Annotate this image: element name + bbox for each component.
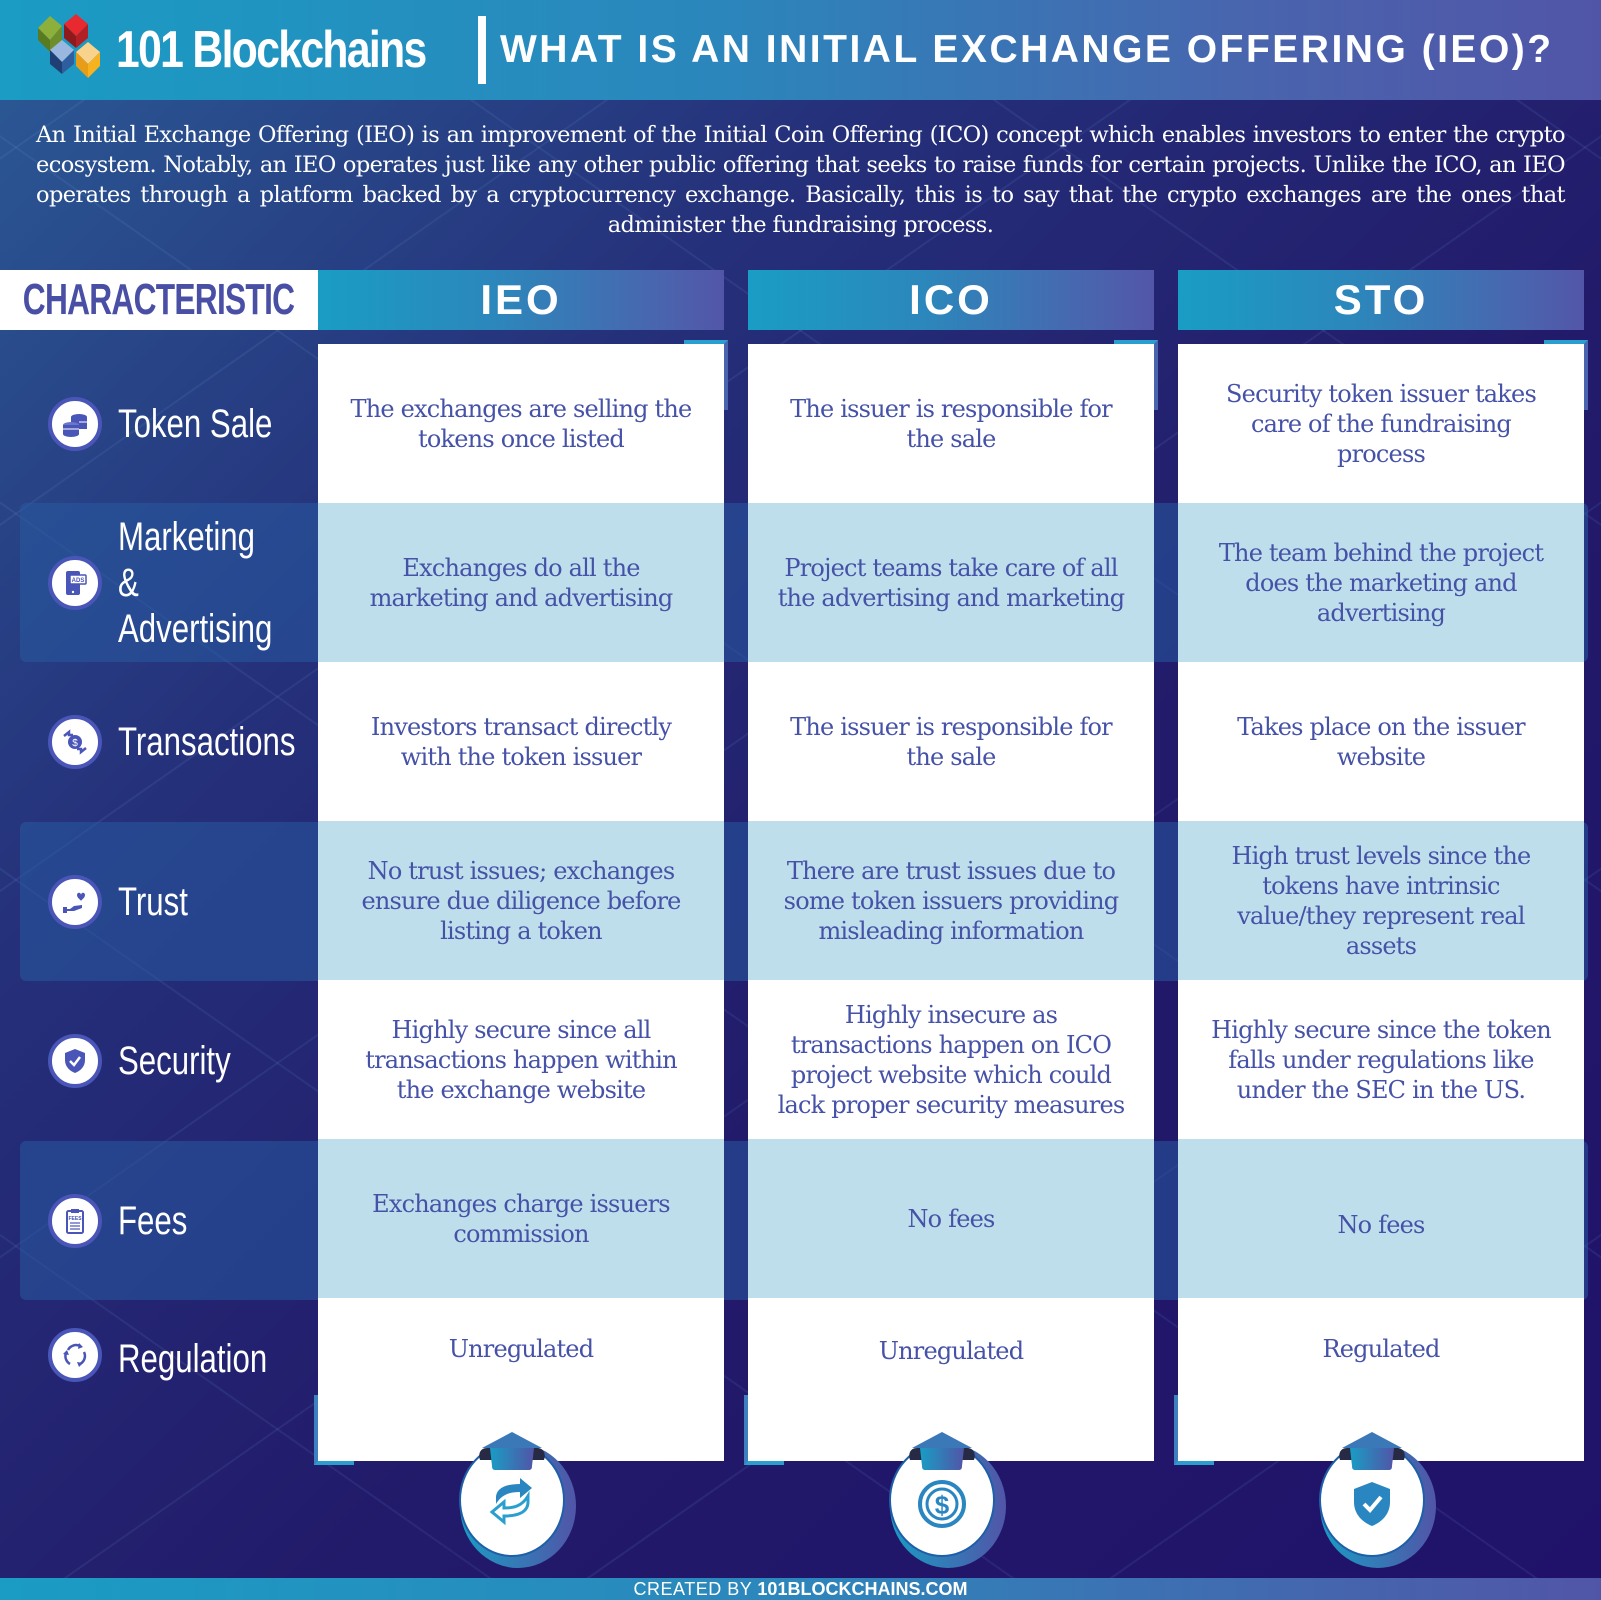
column-card-sto: Security token issuer takes care of the … [1174, 340, 1588, 1465]
row-label-text: Regulation [118, 1337, 268, 1381]
badge-ieo [459, 1432, 576, 1568]
cell-sto-fees: No fees [1178, 1139, 1584, 1298]
row-label-text: Token Sale [118, 401, 273, 446]
badge-ico: $ [889, 1432, 1006, 1568]
header-divider [478, 16, 486, 84]
cell-ieo-transactions: Investors transact directly with the tok… [370, 712, 672, 771]
cell-ico-security: Highly insecure as transactions happen o… [777, 1000, 1126, 1119]
cell-sto-token-sale: Security token issuer takes care of the … [1226, 379, 1537, 468]
logo-cubes-icon [38, 14, 100, 78]
badge-sto [1319, 1432, 1436, 1568]
characteristic-header-label: CHARACTERISTIC [23, 275, 295, 324]
page-title: WHAT IS AN INITIAL EXCHANGE OFFERING (IE… [500, 28, 1554, 71]
cell-ieo-token-sale: The exchanges are selling the tokens onc… [350, 394, 693, 453]
shield-check-icon [48, 1033, 102, 1088]
cell-ieo-fees: Exchanges charge issuers commission [318, 1139, 724, 1298]
cycle-arrows-icon [48, 1328, 102, 1382]
dollar-coin-icon: $ [918, 1480, 966, 1528]
cell-ico-trust: There are trust issues due to some token… [748, 821, 1154, 980]
footer-credit: CREATED BY 101BLOCKCHAINS.COM [0, 1578, 1601, 1600]
row-label-text: Fees [118, 1198, 188, 1243]
intro-paragraph: An Initial Exchange Offering (IEO) is an… [36, 122, 1566, 238]
row-label-regulation: Regulation [48, 1300, 318, 1459]
row-label-fees: FEES Fees [48, 1141, 318, 1300]
row-label-text-content: Marketing & Advertising [118, 514, 273, 651]
cell-ico-transactions: The issuer is responsible for the sale [790, 712, 1113, 771]
coins-icon [48, 396, 102, 451]
header-banner: 101 Blockchains WHAT IS AN INITIAL EXCHA… [0, 0, 1601, 100]
column-header-ico: ICO [748, 270, 1154, 330]
cell-sto-trust: High trust levels since the tokens have … [1178, 821, 1584, 980]
row-label-text: Transactions [118, 719, 296, 764]
column-card-ico: The issuer is responsible for the sale P… [744, 340, 1158, 1465]
cell-ieo-security: Highly secure since all transactions hap… [365, 1015, 677, 1104]
row-label-text: Marketing & Advertising [118, 514, 274, 652]
cell-sto-transactions: Takes place on the issuer website [1237, 712, 1525, 771]
svg-text:$: $ [935, 1490, 950, 1520]
hand-heart-icon [48, 874, 102, 929]
row-label-marketing: ADS Marketing & Advertising [48, 503, 318, 662]
footer-site-link[interactable]: 101BLOCKCHAINS.COM [757, 1579, 967, 1599]
money-exchange-icon: $ [48, 714, 102, 769]
brand-name: 101 Blockchains [116, 21, 427, 79]
cell-ico-fees: No fees [748, 1139, 1154, 1298]
cell-ieo-marketing: Exchanges do all the marketing and adver… [318, 503, 724, 662]
row-label-text: Security [118, 1038, 231, 1083]
cell-ico-marketing: Project teams take care of all the adver… [748, 503, 1154, 662]
row-label-text: Trust [118, 879, 188, 924]
cell-sto-security: Highly secure since the token falls unde… [1211, 1015, 1552, 1104]
characteristic-header: CHARACTERISTIC [0, 270, 318, 330]
svg-text:FEES: FEES [68, 1216, 82, 1222]
svg-text:ADS: ADS [72, 578, 85, 584]
row-label-trust: Trust [48, 822, 318, 981]
row-label-token-sale: Token Sale [48, 344, 318, 503]
row-label-transactions: $ Transactions [48, 662, 318, 821]
cell-sto-marketing: The team behind the project does the mar… [1178, 503, 1584, 662]
column-header-sto: STO [1178, 270, 1584, 330]
cell-ico-token-sale: The issuer is responsible for the sale [790, 394, 1113, 453]
column-card-ieo: The exchanges are selling the tokens onc… [314, 340, 728, 1465]
row-label-security: Security [48, 981, 318, 1140]
cell-ieo-trust: No trust issues; exchanges ensure due di… [318, 821, 724, 980]
column-header-ieo: IEO [318, 270, 724, 330]
svg-text:$: $ [72, 738, 78, 749]
fees-clipboard-icon: FEES [48, 1193, 102, 1248]
footer-prefix: CREATED BY [633, 1579, 758, 1599]
ads-phone-icon: ADS [48, 555, 102, 610]
